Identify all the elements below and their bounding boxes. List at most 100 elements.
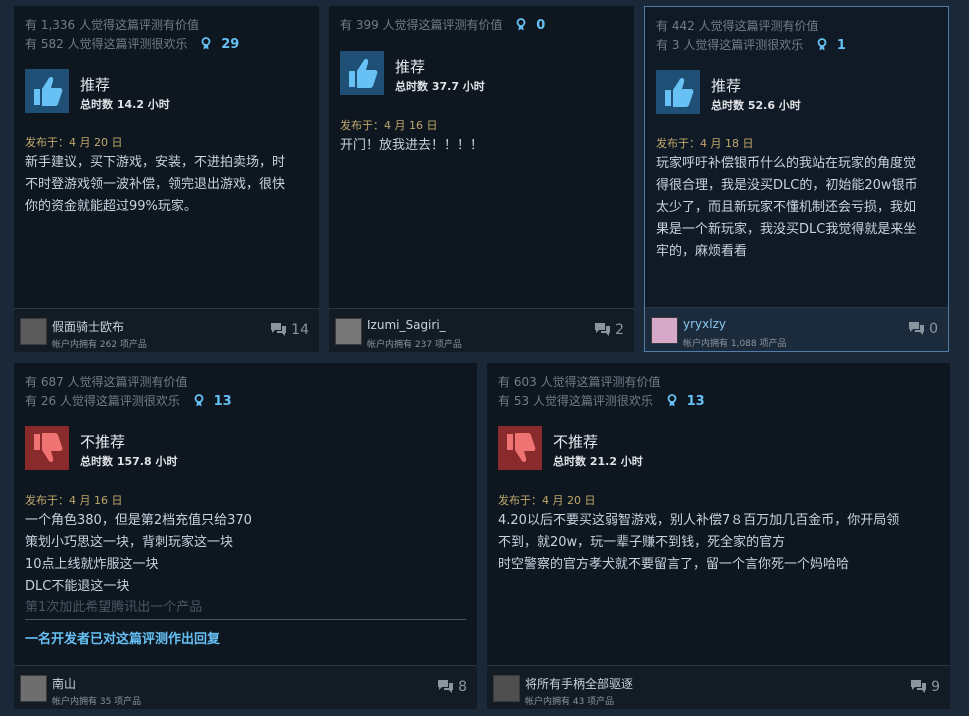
award-count: 29 (221, 37, 240, 52)
review-text: 开门！放我进去！！！！ (340, 135, 619, 157)
products-owned: 帐户内拥有 35 项产品 (52, 697, 142, 707)
award-count: 13 (686, 394, 705, 409)
award-icon[interactable] (516, 18, 526, 31)
review-line: 果是一个新玩家，我没买DLC我觉得就是来坐 (656, 222, 917, 237)
username[interactable]: 南山 (52, 675, 76, 692)
funny-count: 有 582 人觉得这篇评测很欢乐 (25, 37, 188, 51)
hours-played: 总时数 52.6 小时 (711, 99, 801, 112)
thumbs-down-icon (25, 426, 69, 470)
review-line: DLC不能退这一块 (25, 579, 130, 594)
comments-button[interactable]: 2 (594, 322, 624, 338)
developer-reply-link[interactable]: 一名开发者已对这篇评测作出回复 (25, 619, 466, 647)
review-footer: 将所有手柄全部驱逐 帐户内拥有 43 项产品 9 (487, 665, 950, 709)
review-line-faded: 第1次加此希望腾讯出一个产品 (25, 600, 203, 612)
review-card[interactable]: 有 687 人觉得这篇评测有价值 有 26 人觉得这篇评测很欢乐 13 不推荐 … (14, 363, 477, 709)
review-card[interactable]: 有 1,336 人觉得这篇评测有价值 有 582 人觉得这篇评测很欢乐 29 推… (14, 6, 319, 352)
verdict-label: 不推荐 (553, 433, 599, 451)
username[interactable]: yryxlzy (683, 317, 726, 331)
avatar[interactable] (651, 317, 678, 344)
hours-played: 总时数 37.7 小时 (395, 80, 485, 93)
comments-button[interactable]: 0 (908, 321, 938, 337)
comment-icon (271, 323, 287, 336)
review-line: 一个角色380，但是第2档充值只给370 (25, 513, 252, 528)
comments-button[interactable]: 9 (910, 679, 940, 695)
award-icon[interactable] (201, 37, 211, 50)
products-owned: 帐户内拥有 43 项产品 (525, 697, 615, 707)
review-footer: Izumi_Sagiri_ 帐户内拥有 237 项产品 2 (329, 308, 634, 352)
products-owned: 帐户内拥有 1,088 项产品 (683, 339, 787, 349)
verdict-block: 推荐 总时数 37.7 小时 (340, 51, 623, 95)
review-card[interactable]: 有 442 人觉得这篇评测有价值 有 3 人觉得这篇评测很欢乐 1 推荐 总时数… (644, 6, 949, 352)
review-footer: 假面骑士欧布 帐户内拥有 262 项产品 14 (14, 308, 319, 352)
hours-played: 总时数 14.2 小时 (80, 98, 170, 111)
review-line: 不到，就20w，玩一辈子赚不到钱，死全家的官方 (498, 535, 786, 550)
review-card[interactable]: 有 603 人觉得这篇评测有价值 有 53 人觉得这篇评测很欢乐 13 不推荐 … (487, 363, 950, 709)
comments-button[interactable]: 14 (270, 322, 309, 338)
products-owned: 帐户内拥有 237 项产品 (367, 340, 462, 350)
award-icon[interactable] (817, 38, 827, 51)
helpful-count: 有 687 人觉得这篇评测有价值 (25, 375, 188, 389)
hours-played: 总时数 21.2 小时 (553, 455, 643, 468)
verdict-label: 不推荐 (80, 433, 126, 451)
verdict-label: 推荐 (711, 77, 742, 95)
helpful-count: 有 1,336 人觉得这篇评测有价值 (25, 18, 199, 32)
review-line: 10点上线就炸服这一块 (25, 557, 159, 572)
review-line: 玩家呼吁补偿银币什么的我站在玩家的角度觉 (656, 156, 917, 171)
comment-icon (595, 323, 611, 336)
funny-count: 有 53 人觉得这篇评测很欢乐 (498, 394, 653, 408)
avatar[interactable] (493, 675, 520, 702)
username[interactable]: Izumi_Sagiri_ (367, 318, 446, 332)
review-line: 不时登游戏领一波补偿，领完退出游戏，很快 (25, 177, 286, 192)
posted-date: 发布于：4 月 16 日 (340, 119, 438, 132)
review-footer: yryxlzy 帐户内拥有 1,088 项产品 0 (645, 307, 948, 351)
verdict-block: 推荐 总时数 14.2 小时 (25, 69, 308, 113)
posted-date: 发布于：4 月 20 日 (498, 494, 596, 507)
avatar[interactable] (20, 318, 47, 345)
comment-count: 8 (458, 679, 467, 695)
helpful-count: 有 603 人觉得这篇评测有价值 (498, 375, 661, 389)
comments-button[interactable]: 8 (437, 679, 467, 695)
comment-count: 0 (929, 321, 938, 337)
posted-date: 发布于：4 月 16 日 (25, 494, 123, 507)
review-line: 牢的，麻烦看看 (656, 244, 748, 259)
review-line: 新手建议，买下游戏，安装，不进拍卖场，时 (25, 155, 286, 170)
posted-date: 发布于：4 月 18 日 (656, 137, 754, 150)
comment-icon (438, 680, 454, 693)
review-line: 太少了，而且新玩家不懂机制还会亏损，我如 (656, 200, 917, 215)
thumbs-down-icon (498, 426, 542, 470)
verdict-label: 推荐 (80, 76, 111, 94)
review-line: 得很合理，我是没买DLC的，初始能20w银币 (656, 178, 918, 193)
review-card[interactable]: 有 399 人觉得这篇评测有价值 0 推荐 总时数 37.7 小时 发布于：4 … (329, 6, 634, 352)
verdict-block: 不推荐 总时数 157.8 小时 (25, 426, 466, 470)
review-text: 4.20以后不要买这弱智游戏，别人补偿7８百万加几百金币，你开局领 不到，就20… (498, 510, 935, 576)
award-count: 0 (536, 18, 546, 33)
review-line: 时空警察的官方孝犬就不要留言了，留一个言你死一个妈哈哈 (498, 557, 850, 572)
avatar[interactable] (335, 318, 362, 345)
comment-icon (911, 680, 927, 693)
comment-count: 9 (931, 679, 940, 695)
verdict-block: 推荐 总时数 52.6 小时 (656, 70, 937, 114)
funny-count: 有 3 人觉得这篇评测很欢乐 (656, 38, 804, 52)
review-line: 你的资金就能超过99%玩家。 (25, 199, 197, 214)
thumbs-up-icon (656, 70, 700, 114)
comment-icon (909, 322, 925, 335)
comment-count: 2 (615, 322, 624, 338)
review-text: 一个角色380，但是第2档充值只给370 策划小巧思这一块，背刺玩家这一块 10… (25, 510, 462, 612)
review-line: 4.20以后不要买这弱智游戏，别人补偿7８百万加几百金币，你开局领 (498, 513, 900, 528)
award-icon[interactable] (194, 394, 204, 407)
thumbs-up-icon (25, 69, 69, 113)
comment-count: 14 (291, 322, 309, 338)
products-owned: 帐户内拥有 262 项产品 (52, 340, 147, 350)
helpful-count: 有 399 人觉得这篇评测有价值 (340, 18, 503, 32)
award-count: 13 (213, 394, 232, 409)
review-text: 玩家呼吁补偿银币什么的我站在玩家的角度觉 得很合理，我是没买DLC的，初始能20… (656, 153, 933, 263)
username[interactable]: 将所有手柄全部驱逐 (525, 675, 633, 692)
review-text: 新手建议，买下游戏，安装，不进拍卖场，时 不时登游戏领一波补偿，领完退出游戏，很… (25, 152, 304, 218)
award-icon[interactable] (667, 394, 677, 407)
review-line: 开门！放我进去！！！！ (340, 138, 484, 153)
thumbs-up-icon (340, 51, 384, 95)
avatar[interactable] (20, 675, 47, 702)
award-count: 1 (836, 38, 846, 53)
funny-count: 有 26 人觉得这篇评测很欢乐 (25, 394, 180, 408)
username[interactable]: 假面骑士欧布 (52, 318, 124, 335)
